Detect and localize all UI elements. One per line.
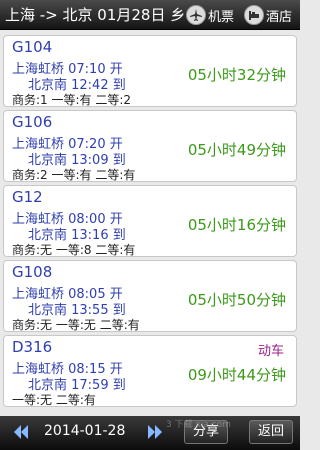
train-card[interactable]: G106 上海虹桥 07:20 开 北京南 13:09 到 商务:2 一等:有 … <box>3 110 297 182</box>
flight-button[interactable]: 机票 <box>186 0 234 30</box>
airplane-icon <box>186 5 206 25</box>
back-button[interactable]: 返回 <box>249 420 294 444</box>
hotel-label: 酒店 <box>266 9 293 25</box>
travel-duration: 09小时44分钟 <box>187 366 286 384</box>
bottom-bar: 2014-01-28 分享 返回 <box>0 416 300 450</box>
train-type: 动车 <box>257 344 284 359</box>
train-code: G104 <box>12 38 53 56</box>
seat-availability: 商务:2 一等:有 二等:有 <box>12 168 136 182</box>
train-card[interactable]: G104 上海虹桥 07:10 开 北京南 12:42 到 商务:1 一等:有 … <box>3 35 297 107</box>
seat-availability: 商务:无 一等:无 二等:有 <box>12 318 140 332</box>
flight-label: 机票 <box>208 9 235 25</box>
travel-duration: 05小时49分钟 <box>187 141 286 159</box>
hotel-icon <box>244 5 264 25</box>
train-card[interactable]: D316 动车 上海虹桥 08:15 开 北京南 17:59 到 一等:无 二等… <box>3 335 297 407</box>
title-bar: 上海 -> 北京 01月28日 乡 机票 酒店 <box>0 0 300 30</box>
prev-date-arrow-icon[interactable] <box>12 424 30 444</box>
seat-availability: 商务:无 一等:8 二等:有 <box>12 243 136 257</box>
travel-duration: 05小时50分钟 <box>187 291 286 309</box>
travel-duration: 05小时32分钟 <box>187 66 286 84</box>
train-code: G108 <box>12 263 53 281</box>
train-code: G12 <box>12 188 43 206</box>
watermark: 3 下载 xia.com <box>166 420 231 430</box>
train-card[interactable]: G12 上海虹桥 08:00 开 北京南 13:16 到 商务:无 一等:8 二… <box>3 185 297 257</box>
train-list[interactable]: G104 上海虹桥 07:10 开 北京南 12:42 到 商务:1 一等:有 … <box>0 31 300 416</box>
train-code: G106 <box>12 113 53 131</box>
selected-date[interactable]: 2014-01-28 <box>44 423 125 439</box>
seat-availability: 商务:1 一等:有 二等:2 <box>12 93 132 107</box>
seat-availability: 一等:无 二等:有 <box>12 393 96 407</box>
next-date-arrow-icon[interactable] <box>146 424 164 444</box>
route-title: 上海 -> 北京 01月28日 乡 <box>5 6 185 24</box>
travel-duration: 05小时16分钟 <box>187 216 286 234</box>
train-code: D316 <box>12 338 53 356</box>
hotel-button[interactable]: 酒店 <box>244 0 292 30</box>
train-card[interactable]: G108 上海虹桥 08:05 开 北京南 13:55 到 商务:无 一等:无 … <box>3 260 297 332</box>
